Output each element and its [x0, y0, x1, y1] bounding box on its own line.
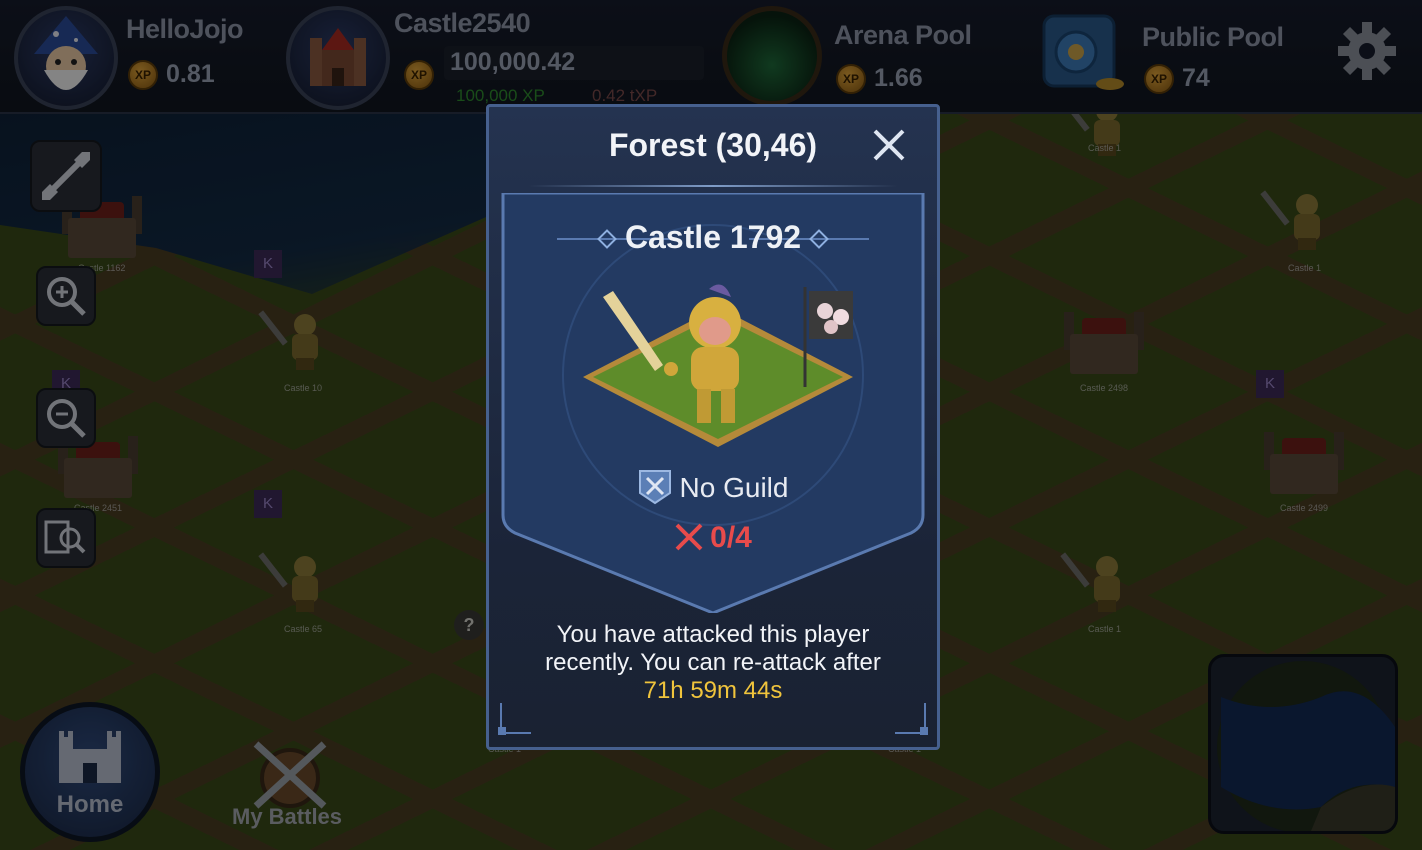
guild-label: No Guild — [679, 472, 789, 503]
castle-title: Castle 1792 — [624, 219, 802, 255]
knight-tile-icon — [583, 284, 853, 447]
message-line-1: You have attacked this player — [556, 621, 870, 648]
attack-count: 0/4 — [710, 521, 752, 554]
message-line-2: recently. You can re-attack after — [545, 649, 881, 676]
reattack-message: You have attacked this player recently. … — [509, 621, 917, 705]
guild-row: No Guild — [489, 469, 937, 505]
close-icon — [873, 129, 905, 161]
crossed-swords-icon — [675, 523, 703, 551]
corner-ornament — [895, 703, 928, 735]
guild-shield-icon — [638, 470, 671, 505]
close-button[interactable] — [869, 125, 909, 165]
attack-count-row: 0/4 — [489, 521, 937, 555]
reattack-timer: 71h 59m 44s — [643, 677, 783, 704]
title-divider — [529, 185, 897, 187]
corner-ornament — [498, 703, 531, 735]
tile-info-modal: Forest (30,46) Castle 1792 No Guild 0/4 … — [486, 104, 940, 750]
